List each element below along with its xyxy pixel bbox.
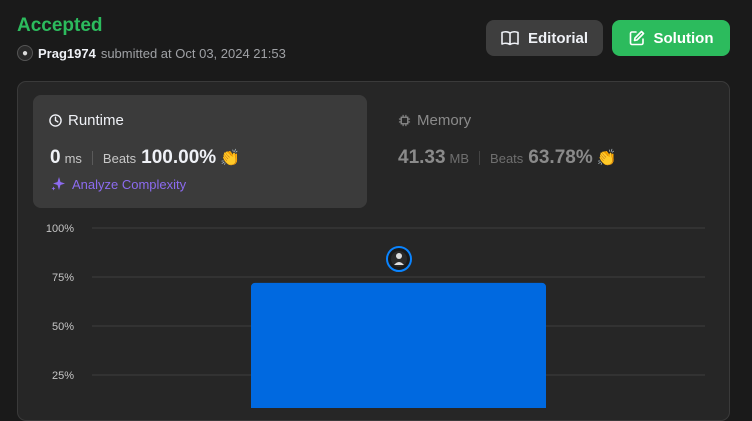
editorial-label: Editorial [527,29,588,47]
my-submission-marker[interactable] [386,246,412,272]
user-avatar-icon[interactable]: ● [17,45,33,61]
runtime-stats: 0 ms Beats 100.00% 👏 [50,147,240,169]
username-link[interactable]: Prag1974 [38,46,96,61]
clap-icon: 👏 [220,150,241,167]
memory-value: 41.33 [398,147,446,168]
clock-icon [49,114,62,127]
solution-button[interactable]: Solution [612,20,730,56]
divider [91,151,93,165]
memory-title-label: Memory [417,112,472,129]
submission-status: Accepted [17,15,103,36]
memory-unit: MB [449,151,470,166]
submission-meta: ● Prag1974 submitted at Oct 03, 2024 21:… [17,45,286,61]
runtime-value: 0 [50,147,61,168]
avatar-head [396,253,402,259]
clap-icon: 👏 [596,150,617,167]
divider [479,151,481,165]
edit-icon [629,30,644,46]
runtime-unit: ms [64,151,82,166]
editorial-button[interactable]: Editorial [486,20,603,56]
sparkle-icon [51,177,65,191]
memory-stats: 41.33 MB Beats 63.78% 👏 [398,147,617,169]
runtime-beats-label: Beats [102,151,137,166]
submitted-text: submitted at Oct 03, 2024 21:53 [100,45,286,61]
memory-title[interactable]: Memory [398,112,471,129]
analyze-complexity-link[interactable]: Analyze Complexity [50,176,186,192]
book-icon [501,31,519,46]
runtime-title: Runtime [49,112,124,129]
chip-icon [398,114,411,127]
runtime-beats-value: 100.00% [141,147,217,168]
analyze-label: Analyze Complexity [72,176,187,192]
memory-beats-label: Beats [490,151,524,166]
solution-label: Solution [653,29,714,47]
runtime-title-label: Runtime [68,112,124,129]
memory-beats-value: 63.78% [528,147,593,168]
